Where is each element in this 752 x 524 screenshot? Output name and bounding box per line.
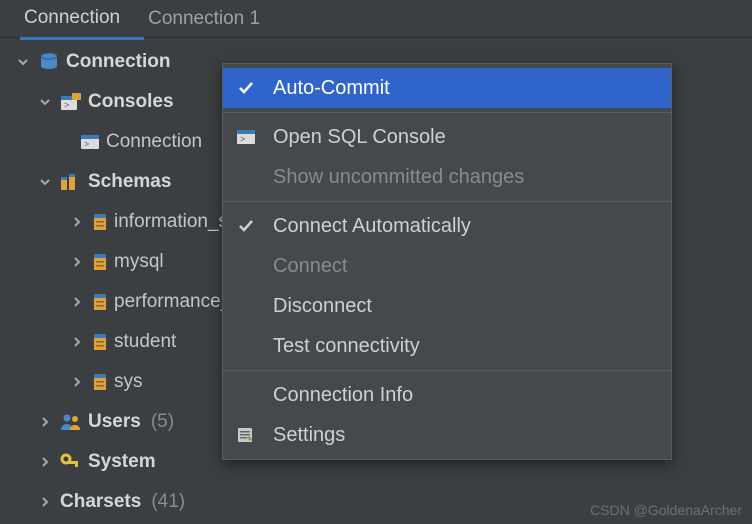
- menu-auto-commit[interactable]: Auto-Commit: [223, 68, 671, 108]
- tab-connection[interactable]: Connection: [20, 0, 144, 40]
- settings-form-icon: [233, 426, 259, 444]
- schemas-icon: [60, 173, 82, 191]
- svg-text:>: >: [240, 134, 245, 144]
- tree-node-charsets[interactable]: Charsets (41): [6, 482, 752, 522]
- menu-label: Connection Info: [273, 384, 413, 407]
- schema-icon: [92, 333, 108, 351]
- menu-disconnect[interactable]: Disconnect: [223, 286, 671, 326]
- schema-icon: [92, 253, 108, 271]
- menu-separator: [223, 370, 671, 371]
- menu-label: Open SQL Console: [273, 126, 446, 149]
- schema-icon: [92, 293, 108, 311]
- schema-label: mysql: [114, 251, 164, 273]
- schema-label: sys: [114, 371, 143, 393]
- svg-text:>: >: [84, 139, 89, 149]
- chevron-right-icon: [68, 215, 86, 229]
- chevron-right-icon: [68, 295, 86, 309]
- console-group-icon: >: [60, 93, 82, 111]
- chevron-right-icon: [68, 255, 86, 269]
- schema-icon: [92, 213, 108, 231]
- menu-settings[interactable]: Settings: [223, 415, 671, 455]
- tree-charsets-label: Charsets: [60, 491, 141, 513]
- tab-connection-1[interactable]: Connection 1: [144, 0, 284, 38]
- tree-system-label: System: [88, 451, 156, 473]
- menu-connect: Connect: [223, 246, 671, 286]
- connection-tabs: Connection Connection 1: [0, 0, 752, 38]
- menu-separator: [223, 112, 671, 113]
- tree-console-child-label: Connection: [106, 131, 202, 153]
- menu-separator: [223, 201, 671, 202]
- chevron-down-icon: [14, 55, 32, 69]
- tree-root-label: Connection: [66, 51, 171, 73]
- menu-show-uncommitted: Show uncommitted changes: [223, 157, 671, 197]
- tree-consoles-label: Consoles: [88, 91, 174, 113]
- menu-label: Test connectivity: [273, 335, 420, 358]
- menu-label: Connect: [273, 255, 348, 278]
- tree-users-count: (5): [151, 411, 174, 433]
- tree-schemas-label: Schemas: [88, 171, 171, 193]
- database-icon: [38, 51, 60, 73]
- tree-users-label: Users: [88, 411, 141, 433]
- schema-icon: [92, 373, 108, 391]
- chevron-down-icon: [36, 175, 54, 189]
- check-icon: [233, 79, 259, 97]
- chevron-down-icon: [36, 95, 54, 109]
- console-icon: >: [80, 134, 100, 150]
- menu-connection-info[interactable]: Connection Info: [223, 375, 671, 415]
- menu-label: Show uncommitted changes: [273, 166, 524, 189]
- tree-charsets-count: (41): [151, 491, 185, 513]
- menu-open-sql-console[interactable]: > Open SQL Console: [223, 117, 671, 157]
- console-icon: >: [233, 129, 259, 145]
- context-menu: Auto-Commit > Open SQL Console Show unco…: [222, 63, 672, 460]
- menu-label: Connect Automatically: [273, 215, 471, 238]
- menu-connect-automatically[interactable]: Connect Automatically: [223, 206, 671, 246]
- keys-icon: [60, 453, 82, 471]
- chevron-right-icon: [68, 375, 86, 389]
- chevron-right-icon: [36, 415, 54, 429]
- chevron-right-icon: [36, 495, 54, 509]
- users-icon: [60, 413, 82, 431]
- svg-text:>: >: [64, 100, 69, 110]
- menu-label: Auto-Commit: [273, 77, 390, 100]
- check-icon: [233, 217, 259, 235]
- chevron-right-icon: [36, 455, 54, 469]
- menu-test-connectivity[interactable]: Test connectivity: [223, 326, 671, 366]
- menu-label: Settings: [273, 424, 345, 447]
- menu-label: Disconnect: [273, 295, 372, 318]
- chevron-right-icon: [68, 335, 86, 349]
- schema-label: student: [114, 331, 176, 353]
